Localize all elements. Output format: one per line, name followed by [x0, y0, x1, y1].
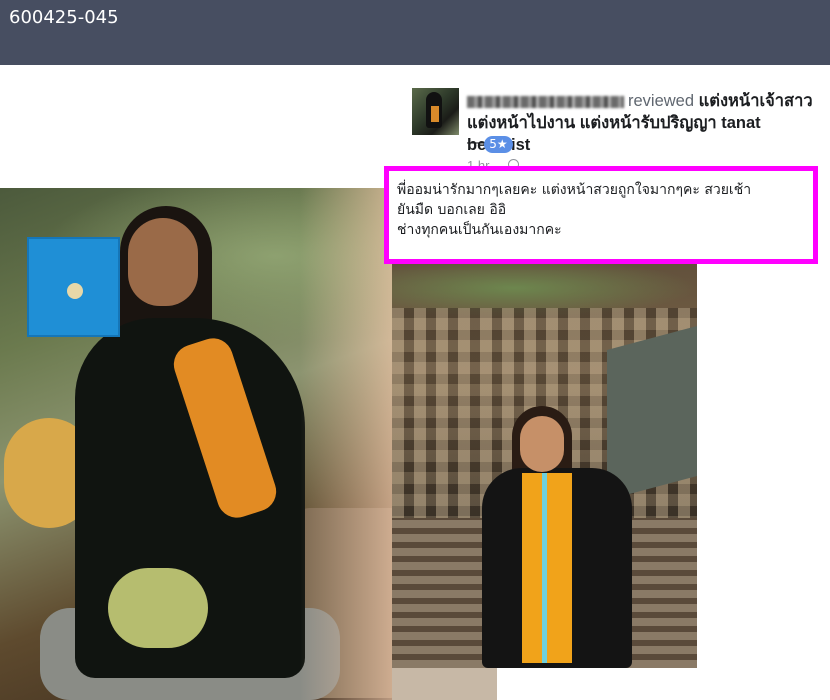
review-photo-2[interactable]: [392, 248, 697, 668]
flower-bouquet: [108, 568, 208, 648]
reviewer-avatar[interactable]: [412, 88, 459, 135]
crest-icon: [67, 283, 83, 299]
rating-badge: 5★: [484, 136, 513, 153]
tarp: [607, 325, 697, 501]
image-id: 600425-045: [9, 7, 119, 28]
photo-3-edge[interactable]: [392, 668, 497, 700]
dash-separator: —: [467, 134, 483, 151]
lens-haze: [300, 188, 392, 700]
review-photo-1[interactable]: [0, 188, 392, 700]
review-headline: reviewed แต่งหน้าเจ้าสาว แต่งหน้าไปงาน แ…: [467, 90, 827, 156]
comment-line-1: พี่ออมน่ารักมากๆเลยคะ แต่งหน้าสวยถูกใจมา…: [397, 182, 752, 198]
stole-stripe: [542, 473, 547, 663]
review-action: reviewed: [628, 92, 695, 110]
graduate-face-2: [520, 416, 564, 472]
avatar-sash: [431, 106, 439, 122]
comment-line-2: ยันมืด บอกเลย อิอิ: [397, 202, 507, 218]
reviewer-name-blurred[interactable]: [467, 95, 624, 108]
comment-line-3: ช่างทุกคนเป็นกันเองมากคะ: [397, 222, 562, 238]
top-bar: 600425-045: [0, 0, 830, 65]
graduate-face: [128, 218, 198, 306]
diploma-cover: [27, 237, 120, 337]
highlighted-review-text: พี่ออมน่ารักมากๆเลยคะ แต่งหน้าสวยถูกใจมา…: [384, 166, 818, 264]
orange-stole: [522, 473, 572, 663]
